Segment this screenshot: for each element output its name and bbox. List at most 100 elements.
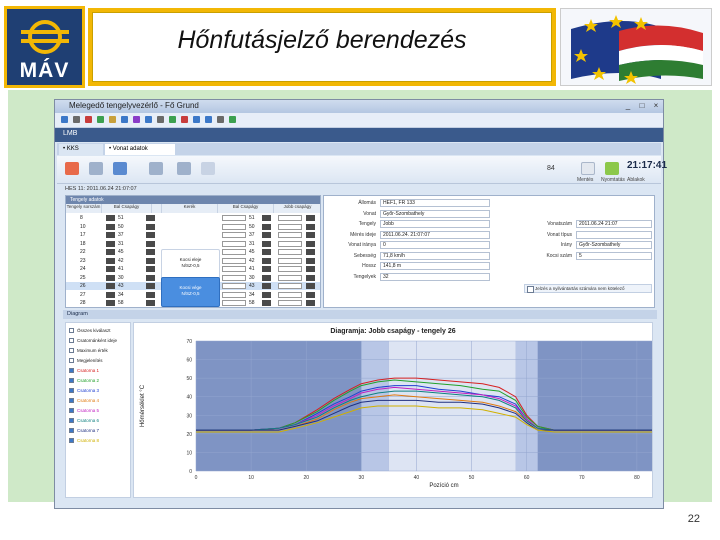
stop-icon[interactable]	[181, 116, 188, 123]
info-checkbox-row[interactable]: Jelzés a nyilvántartás számára nem kötel…	[524, 284, 652, 293]
chart-icon[interactable]	[205, 116, 212, 123]
legend-item[interactable]: Csatornánként ideje	[69, 337, 117, 345]
save-icon[interactable]	[73, 116, 80, 123]
train-details-form: Állomás HEF1, FR 133 Vonat Győr-Szombathely…	[323, 195, 655, 308]
legend-checkbox[interactable]	[69, 418, 74, 424]
tab-kks[interactable]: • KKS	[59, 144, 103, 155]
right-bearing-value: 43	[249, 283, 255, 289]
table-row[interactable]: 18 31 31	[66, 240, 320, 248]
status-swatch	[146, 257, 155, 264]
minimize-button[interactable]: _	[623, 101, 633, 111]
form-value[interactable]: HEF1, FR 133	[380, 199, 490, 207]
left-bearing-swatch	[106, 249, 115, 255]
legend-checkbox[interactable]	[69, 348, 74, 354]
y-tick-label: 70	[186, 339, 192, 345]
legend-checkbox[interactable]	[69, 338, 74, 344]
home-icon[interactable]	[65, 162, 79, 175]
car-start-card[interactable]: Kocsi eleje N/SZ-0,5	[161, 249, 220, 279]
left-value-box	[222, 300, 246, 306]
legend-item[interactable]: Csatorna 8	[69, 437, 99, 445]
grid-icon[interactable]	[193, 116, 200, 123]
filter-icon[interactable]	[133, 116, 140, 123]
form-label: Sebesség	[353, 252, 376, 259]
redo-icon[interactable]	[97, 116, 104, 123]
legend-item[interactable]: Összes kiválaszt	[69, 327, 111, 335]
tab-lmb[interactable]: LMB	[63, 130, 77, 137]
print-icon[interactable]	[121, 116, 128, 123]
table-row[interactable]: 10 50 50	[66, 223, 320, 231]
legend-checkbox[interactable]	[69, 378, 74, 384]
form-value[interactable]: Győr-Szombathely	[380, 209, 490, 218]
status-swatch	[146, 240, 155, 247]
tab-train-data[interactable]: • Vonat adatok	[105, 144, 175, 155]
y-tick-label: 50	[186, 376, 192, 382]
col-right-bearing[interactable]: Jobb csapágy	[274, 204, 320, 213]
form-value-right[interactable]: 2011.06.24 21:07	[576, 220, 652, 228]
form-value[interactable]: 0	[380, 241, 490, 249]
close-button[interactable]: ×	[651, 101, 661, 111]
right-bearing-value: 58	[249, 300, 255, 306]
legend-checkbox[interactable]	[69, 368, 74, 374]
window-title: Melegedő tengelyvezérlő - Fő Grund	[69, 101, 199, 110]
left-bearing-value: 45	[118, 249, 124, 255]
legend-item[interactable]: Csatorna 7	[69, 427, 99, 435]
form-value[interactable]: 32	[380, 272, 490, 281]
back-icon[interactable]	[89, 162, 103, 175]
form-value[interactable]: 2011.06.24. 21:07:07	[380, 230, 490, 239]
save-record-icon[interactable]	[581, 162, 595, 175]
legend-item[interactable]: Csatorna 1	[69, 367, 99, 375]
window-icon[interactable]	[201, 162, 215, 175]
form-value-right[interactable]: 5	[576, 251, 652, 260]
form-value[interactable]: 141,8 m	[380, 262, 490, 270]
axle-number: 17	[80, 232, 86, 238]
legend-label: Csatorna 8	[77, 438, 100, 443]
zoom-icon[interactable]	[145, 116, 152, 123]
x-tick-label: 60	[524, 475, 530, 481]
legend-item[interactable]: Megjelenítés	[69, 357, 103, 365]
legend-item[interactable]: Csatorna 5	[69, 407, 99, 415]
print-toolbar-icon[interactable]	[149, 162, 163, 175]
legend-item[interactable]: Csatorna 3	[69, 387, 99, 395]
form-value-right[interactable]	[576, 230, 652, 239]
legend-checkbox[interactable]	[69, 398, 74, 404]
legend-checkbox[interactable]	[69, 328, 74, 334]
table-row[interactable]: 8 51 51	[66, 214, 320, 222]
form-value-right[interactable]: Győr-Szombathely	[576, 241, 652, 249]
maximize-button[interactable]: □	[637, 101, 647, 111]
col-wheel[interactable]: Kerék	[162, 204, 218, 213]
col-left-bearing-2[interactable]: Bal Csapágy	[218, 204, 274, 213]
col-left-bearing[interactable]: Bal Csapágy	[102, 204, 152, 213]
slide-title: Hőnfutásjelző berendezés	[177, 26, 467, 54]
legend-checkbox[interactable]	[69, 388, 74, 394]
undo-icon[interactable]	[85, 116, 92, 123]
eye-icon[interactable]	[177, 162, 191, 175]
x-tick-label: 10	[248, 475, 254, 481]
settings-icon[interactable]	[157, 116, 164, 123]
legend-checkbox[interactable]	[69, 408, 74, 414]
legend-checkbox[interactable]	[69, 438, 74, 444]
status-swatch	[146, 249, 155, 255]
right-bearing-swatch	[262, 266, 271, 272]
app-icon[interactable]	[61, 116, 68, 123]
print-record-icon[interactable]	[605, 162, 619, 175]
ribbon-tabs: LMB	[55, 128, 663, 142]
col-axle-number[interactable]: Tengely sorszám	[66, 204, 102, 213]
legend-checkbox[interactable]	[69, 428, 74, 434]
car-end-card[interactable]: Kocsi vége N/SZ-0,5	[161, 277, 220, 307]
legend-checkbox[interactable]	[69, 358, 74, 364]
export-icon[interactable]	[217, 116, 224, 123]
x-tick-label: 30	[359, 475, 365, 481]
table-row[interactable]: 17 37 37	[66, 231, 320, 239]
legend-item[interactable]: Maximum érték	[69, 347, 108, 355]
legend-item[interactable]: Csatorna 4	[69, 397, 99, 405]
refresh-icon[interactable]	[169, 116, 176, 123]
info-checkbox[interactable]	[527, 286, 534, 293]
legend-item[interactable]: Csatorna 6	[69, 417, 99, 425]
import-icon[interactable]	[229, 116, 236, 123]
form-value[interactable]: 71,8 km/h	[380, 251, 490, 260]
search-icon[interactable]	[113, 162, 127, 175]
main-toolbar: 84 Mentés Nyomtatás Ablakok 21:17:41	[57, 156, 667, 184]
legend-item[interactable]: Csatorna 2	[69, 377, 99, 385]
form-value[interactable]: Jobb	[380, 220, 490, 228]
folder-icon[interactable]	[109, 116, 116, 123]
